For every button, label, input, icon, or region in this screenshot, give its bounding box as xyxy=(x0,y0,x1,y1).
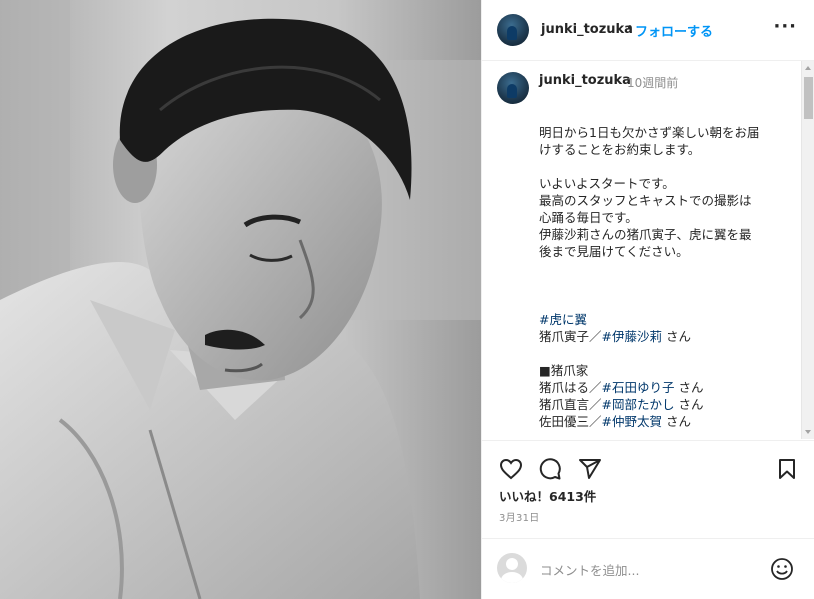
emoji-icon[interactable] xyxy=(770,557,794,581)
more-options-icon[interactable]: ··· xyxy=(773,16,797,37)
cast-role: 猪爪寅子／ xyxy=(539,329,602,344)
caption-line: いよいよスタートです。 xyxy=(539,176,675,191)
scroll-up-arrow-icon[interactable] xyxy=(805,66,811,70)
follow-button[interactable]: フォローする xyxy=(635,21,713,40)
send-icon[interactable] xyxy=(578,457,602,481)
post-sidebar: junki_tozuka • フォローする ··· junki_tozuka 1… xyxy=(481,0,814,599)
instagram-post-window: junki_tozuka • フォローする ··· junki_tozuka 1… xyxy=(0,0,814,599)
cast-line: 猪爪寅子／#伊藤沙莉 さん xyxy=(539,328,789,345)
caption-line: 心踊る毎日です。 xyxy=(539,210,638,225)
heart-icon[interactable] xyxy=(499,457,523,481)
bookmark-icon[interactable] xyxy=(776,457,798,481)
comment-icon[interactable] xyxy=(538,457,562,481)
cast-role: 佐田優三／ xyxy=(539,414,602,429)
comments-scrollbar[interactable] xyxy=(801,61,814,439)
post-header: junki_tozuka • フォローする ··· xyxy=(482,0,814,61)
cast-line: 猪爪はる／#石田ゆり子 さん xyxy=(539,379,789,396)
post-caption: 明日から1日も欠かさず楽しい朝をお届 けすることをお約束します。 いよいよスター… xyxy=(539,124,789,430)
caption-author-username[interactable]: junki_tozuka xyxy=(539,73,631,88)
cast-line: 猪爪直言／#岡部たかし さん xyxy=(539,396,789,413)
scroll-down-arrow-icon[interactable] xyxy=(805,430,811,434)
post-date[interactable]: 3月31日 xyxy=(499,509,540,524)
cast-line: 佐田優三／#仲野太賀 さん xyxy=(539,413,789,430)
portrait-image xyxy=(0,0,481,599)
caption-author-avatar[interactable] xyxy=(497,72,529,104)
scrollbar-thumb[interactable] xyxy=(804,77,813,119)
comment-input[interactable]: コメントを追加... xyxy=(540,560,639,579)
hashtag-link[interactable]: #岡部たかし xyxy=(602,397,675,412)
caption-line: 最高のスタッフとキャストでの撮影は xyxy=(539,193,752,208)
cast-suffix: さん xyxy=(662,414,691,429)
hashtag-line: #虎に翼 xyxy=(539,311,789,328)
post-time[interactable]: 10週間前 xyxy=(627,74,678,91)
viewer-avatar xyxy=(497,553,527,583)
cast-role: 猪爪はる／ xyxy=(539,380,602,395)
separator-dot: • xyxy=(626,21,634,36)
author-username[interactable]: junki_tozuka xyxy=(541,22,633,37)
caption-line: けすることをお約束します。 xyxy=(539,142,701,157)
comments-pane[interactable]: junki_tozuka 10週間前 明日から1日も欠かさず楽しい朝をお届 けす… xyxy=(482,61,814,439)
caption-line: 後まで見届けてください。 xyxy=(539,244,689,259)
hashtag-link[interactable]: #伊藤沙莉 xyxy=(602,329,662,344)
hashtag-link[interactable]: #仲野太賀 xyxy=(602,414,662,429)
post-photo[interactable] xyxy=(0,0,481,599)
likes-count[interactable]: いいね！6413件 xyxy=(499,486,596,505)
author-avatar[interactable] xyxy=(497,14,529,46)
caption-line: ■猪爪家 xyxy=(539,363,589,378)
caption-line: 伊藤沙莉さんの猪爪寅子、虎に翼を最 xyxy=(539,227,752,242)
cast-role: 猪爪直言／ xyxy=(539,397,602,412)
caption-line: 明日から1日も欠かさず楽しい朝をお届 xyxy=(539,125,760,140)
cast-suffix: さん xyxy=(674,397,704,412)
comment-composer: コメントを追加... xyxy=(482,538,814,599)
cast-suffix: さん xyxy=(662,329,691,344)
cast-suffix: さん xyxy=(674,380,704,395)
hashtag-link[interactable]: #虎に翼 xyxy=(539,312,587,327)
hashtag-link[interactable]: #石田ゆり子 xyxy=(602,380,675,395)
